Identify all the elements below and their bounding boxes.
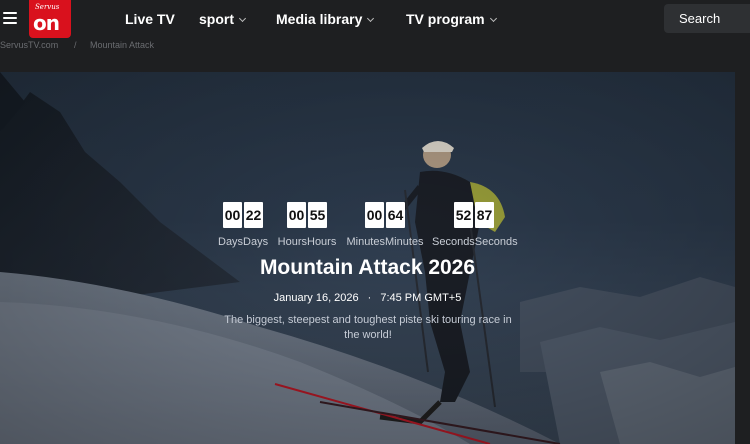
countdown-digit: 00 — [287, 202, 306, 228]
countdown-hours-label: HoursHours — [277, 236, 337, 248]
countdown-digit: 00 — [223, 202, 242, 228]
nav-tv-program[interactable]: TV program — [406, 11, 497, 27]
logo-script-text: Servus — [35, 3, 60, 11]
search-label: Search — [679, 11, 721, 26]
nav-media-library[interactable]: Media library — [276, 11, 375, 27]
countdown-seconds: 52 87 SecondsSeconds — [432, 202, 518, 248]
event-time: 7:45 PM GMT+5 — [380, 292, 462, 304]
chevron-down-icon — [489, 14, 497, 23]
countdown-digit: 52 — [454, 202, 473, 228]
nav-media-library-label: Media library — [276, 11, 363, 27]
countdown-minutes-label: MinutesMinutes — [346, 236, 424, 248]
logo-on-text: on — [33, 11, 60, 35]
chevron-down-icon — [238, 14, 247, 23]
nav-sport[interactable]: sport — [199, 11, 247, 27]
countdown-digit: 22 — [244, 202, 263, 228]
event-description: The biggest, steepest and toughest piste… — [224, 314, 512, 341]
hero-banner: 00 22 DaysDays 00 55 HoursHours 00 64 Mi… — [0, 72, 735, 444]
page-scrollbar[interactable] — [735, 38, 750, 444]
breadcrumb-current: Mountain Attack — [90, 40, 155, 50]
countdown-minutes-digits: 00 64 — [344, 202, 426, 228]
countdown-minutes: 00 64 MinutesMinutes — [344, 202, 426, 248]
countdown-digit: 00 — [365, 202, 384, 228]
event-title: Mountain Attack 2026 — [259, 256, 476, 279]
countdown-hours: 00 55 HoursHours — [274, 202, 340, 248]
event-datetime: January 16, 2026 · 7:45 PM GMT+5 — [0, 292, 735, 304]
countdown-hours-digits: 00 55 — [274, 202, 340, 228]
nav-live-tv[interactable]: Live TV — [125, 11, 175, 27]
countdown-days: 00 22 DaysDays — [218, 202, 268, 248]
breadcrumb-separator: / — [74, 40, 77, 50]
datetime-separator: · — [367, 292, 372, 304]
nav-tv-program-label: TV program — [406, 11, 485, 27]
nav-live-tv-label: Live TV — [125, 11, 175, 27]
chevron-down-icon — [367, 14, 375, 23]
countdown-digit: 55 — [308, 202, 327, 228]
event-date: January 16, 2026 — [273, 292, 359, 304]
top-navigation-bar: Servus on Live TV sport Media library TV… — [0, 0, 750, 38]
breadcrumb: ServusTV.com / Mountain Attack — [0, 40, 750, 54]
servus-on-logo[interactable]: Servus on — [29, 0, 71, 38]
countdown-seconds-label: SecondsSeconds — [432, 236, 518, 248]
countdown-seconds-digits: 52 87 — [432, 202, 516, 228]
countdown-digit: 87 — [475, 202, 494, 228]
countdown-days-digits: 00 22 — [218, 202, 268, 228]
nav-sport-label: sport — [199, 11, 234, 27]
countdown-days-label: DaysDays — [218, 236, 269, 248]
search-button[interactable]: Search — [664, 4, 750, 33]
countdown-digit: 64 — [386, 202, 405, 228]
breadcrumb-home-link[interactable]: ServusTV.com — [0, 40, 58, 50]
hamburger-menu-icon[interactable] — [3, 12, 17, 24]
